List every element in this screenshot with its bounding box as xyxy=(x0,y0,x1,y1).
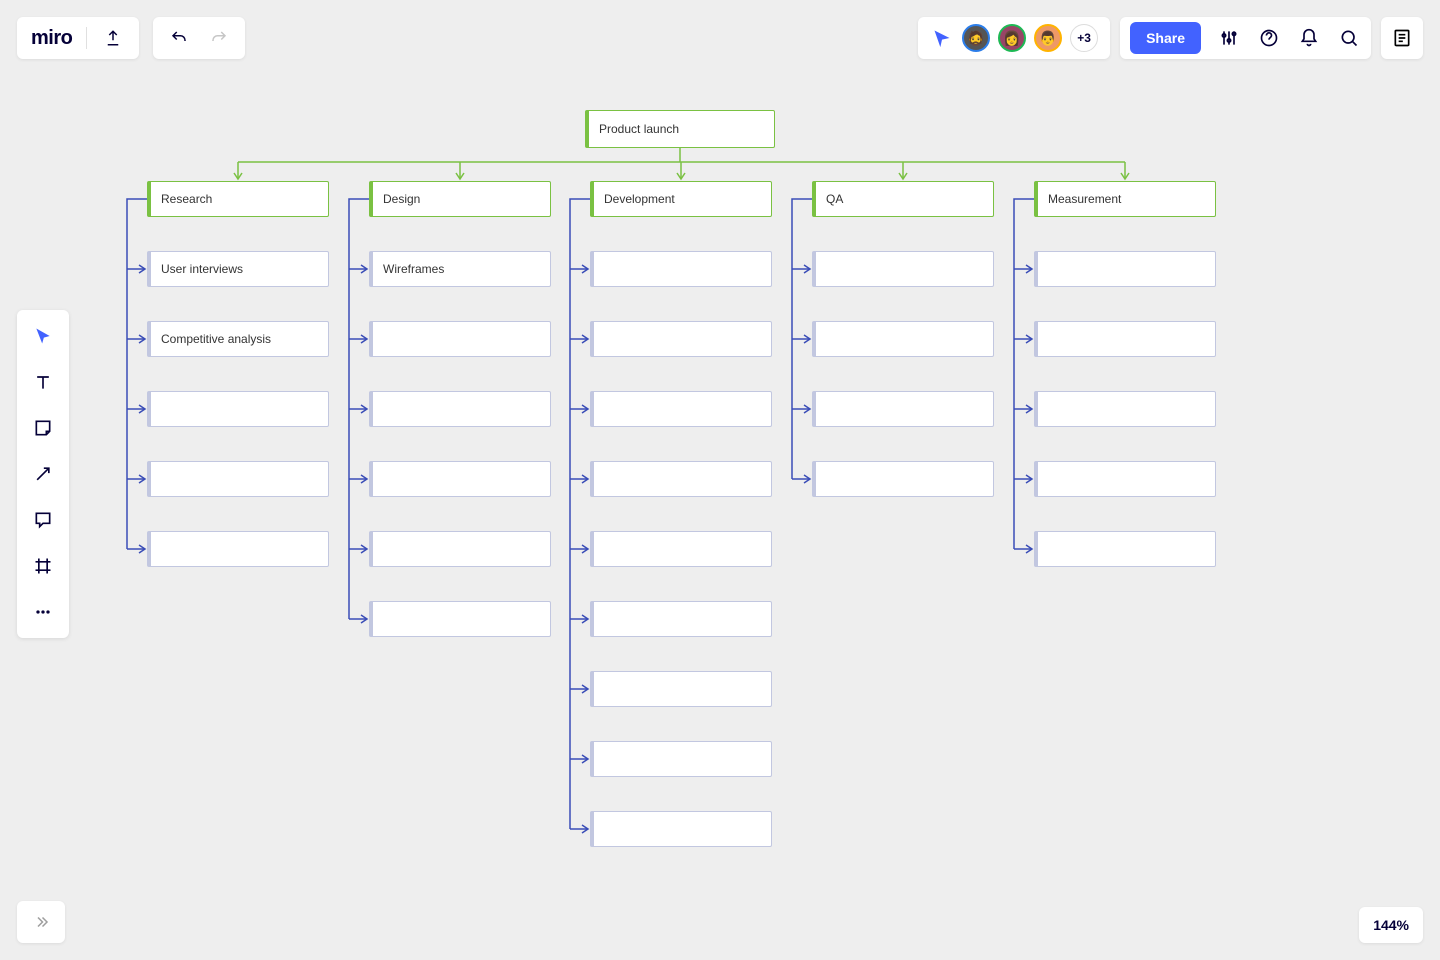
task-card-2-7[interactable] xyxy=(590,741,772,777)
task-card-1-3[interactable] xyxy=(369,461,551,497)
help-icon[interactable] xyxy=(1257,26,1281,50)
root-card[interactable]: Product launch xyxy=(585,110,775,148)
zoom-level[interactable]: 144% xyxy=(1359,907,1423,943)
collab-panel: 🧔 👩 👨 +3 xyxy=(918,17,1110,59)
task-card-2-5[interactable] xyxy=(590,601,772,637)
task-card-4-0[interactable] xyxy=(1034,251,1216,287)
task-card-2-2[interactable] xyxy=(590,391,772,427)
task-card-1-5[interactable] xyxy=(369,601,551,637)
task-card-4-4[interactable] xyxy=(1034,531,1216,567)
task-card-1-1[interactable] xyxy=(369,321,551,357)
task-card-2-6[interactable] xyxy=(590,671,772,707)
task-card-3-3[interactable] xyxy=(812,461,994,497)
sticky-note-tool-icon[interactable] xyxy=(27,412,59,444)
undo-redo-panel xyxy=(153,17,245,59)
task-card-2-0[interactable] xyxy=(590,251,772,287)
more-tools-icon[interactable] xyxy=(27,596,59,628)
undo-icon[interactable] xyxy=(167,26,191,50)
task-card-1-2[interactable] xyxy=(369,391,551,427)
comment-tool-icon[interactable] xyxy=(27,504,59,536)
settings-icon[interactable] xyxy=(1217,26,1241,50)
notes-button[interactable] xyxy=(1381,17,1423,59)
task-card-3-1[interactable] xyxy=(812,321,994,357)
task-card-3-0[interactable] xyxy=(812,251,994,287)
task-card-0-4[interactable] xyxy=(147,531,329,567)
arrow-tool-icon[interactable] xyxy=(27,458,59,490)
app-logo[interactable]: miro xyxy=(31,27,72,50)
category-card-3[interactable]: QA xyxy=(812,181,994,217)
task-card-2-3[interactable] xyxy=(590,461,772,497)
export-icon[interactable] xyxy=(101,26,125,50)
task-card-2-1[interactable] xyxy=(590,321,772,357)
task-card-0-0[interactable]: User interviews xyxy=(147,251,329,287)
avatar-2[interactable]: 👩 xyxy=(998,24,1026,52)
category-card-0[interactable]: Research xyxy=(147,181,329,217)
task-card-4-1[interactable] xyxy=(1034,321,1216,357)
logo-panel: miro xyxy=(17,17,139,59)
task-card-4-2[interactable] xyxy=(1034,391,1216,427)
task-card-0-1[interactable]: Competitive analysis xyxy=(147,321,329,357)
tool-toolbar xyxy=(17,310,69,638)
share-button[interactable]: Share xyxy=(1130,22,1201,54)
frame-tool-icon[interactable] xyxy=(27,550,59,582)
task-card-1-4[interactable] xyxy=(369,531,551,567)
task-card-4-3[interactable] xyxy=(1034,461,1216,497)
text-tool-icon[interactable] xyxy=(27,366,59,398)
notifications-icon[interactable] xyxy=(1297,26,1321,50)
task-card-2-4[interactable] xyxy=(590,531,772,567)
select-tool-icon[interactable] xyxy=(27,320,59,352)
board-canvas[interactable]: Product launch Research User interviews Com… xyxy=(0,0,1440,960)
controls-panel: Share xyxy=(1120,17,1371,59)
task-card-1-0[interactable]: Wireframes xyxy=(369,251,551,287)
avatar-overflow[interactable]: +3 xyxy=(1070,24,1098,52)
task-card-0-3[interactable] xyxy=(147,461,329,497)
category-card-2[interactable]: Development xyxy=(590,181,772,217)
avatar-3[interactable]: 👨 xyxy=(1034,24,1062,52)
divider xyxy=(86,27,87,49)
category-card-1[interactable]: Design xyxy=(369,181,551,217)
task-card-3-2[interactable] xyxy=(812,391,994,427)
present-icon[interactable] xyxy=(930,26,954,50)
avatar-1[interactable]: 🧔 xyxy=(962,24,990,52)
category-card-4[interactable]: Measurement xyxy=(1034,181,1216,217)
task-card-0-2[interactable] xyxy=(147,391,329,427)
zoom-value: 144% xyxy=(1373,917,1409,933)
expand-panel-button[interactable] xyxy=(17,901,65,943)
search-icon[interactable] xyxy=(1337,26,1361,50)
task-card-2-8[interactable] xyxy=(590,811,772,847)
redo-icon[interactable] xyxy=(207,26,231,50)
